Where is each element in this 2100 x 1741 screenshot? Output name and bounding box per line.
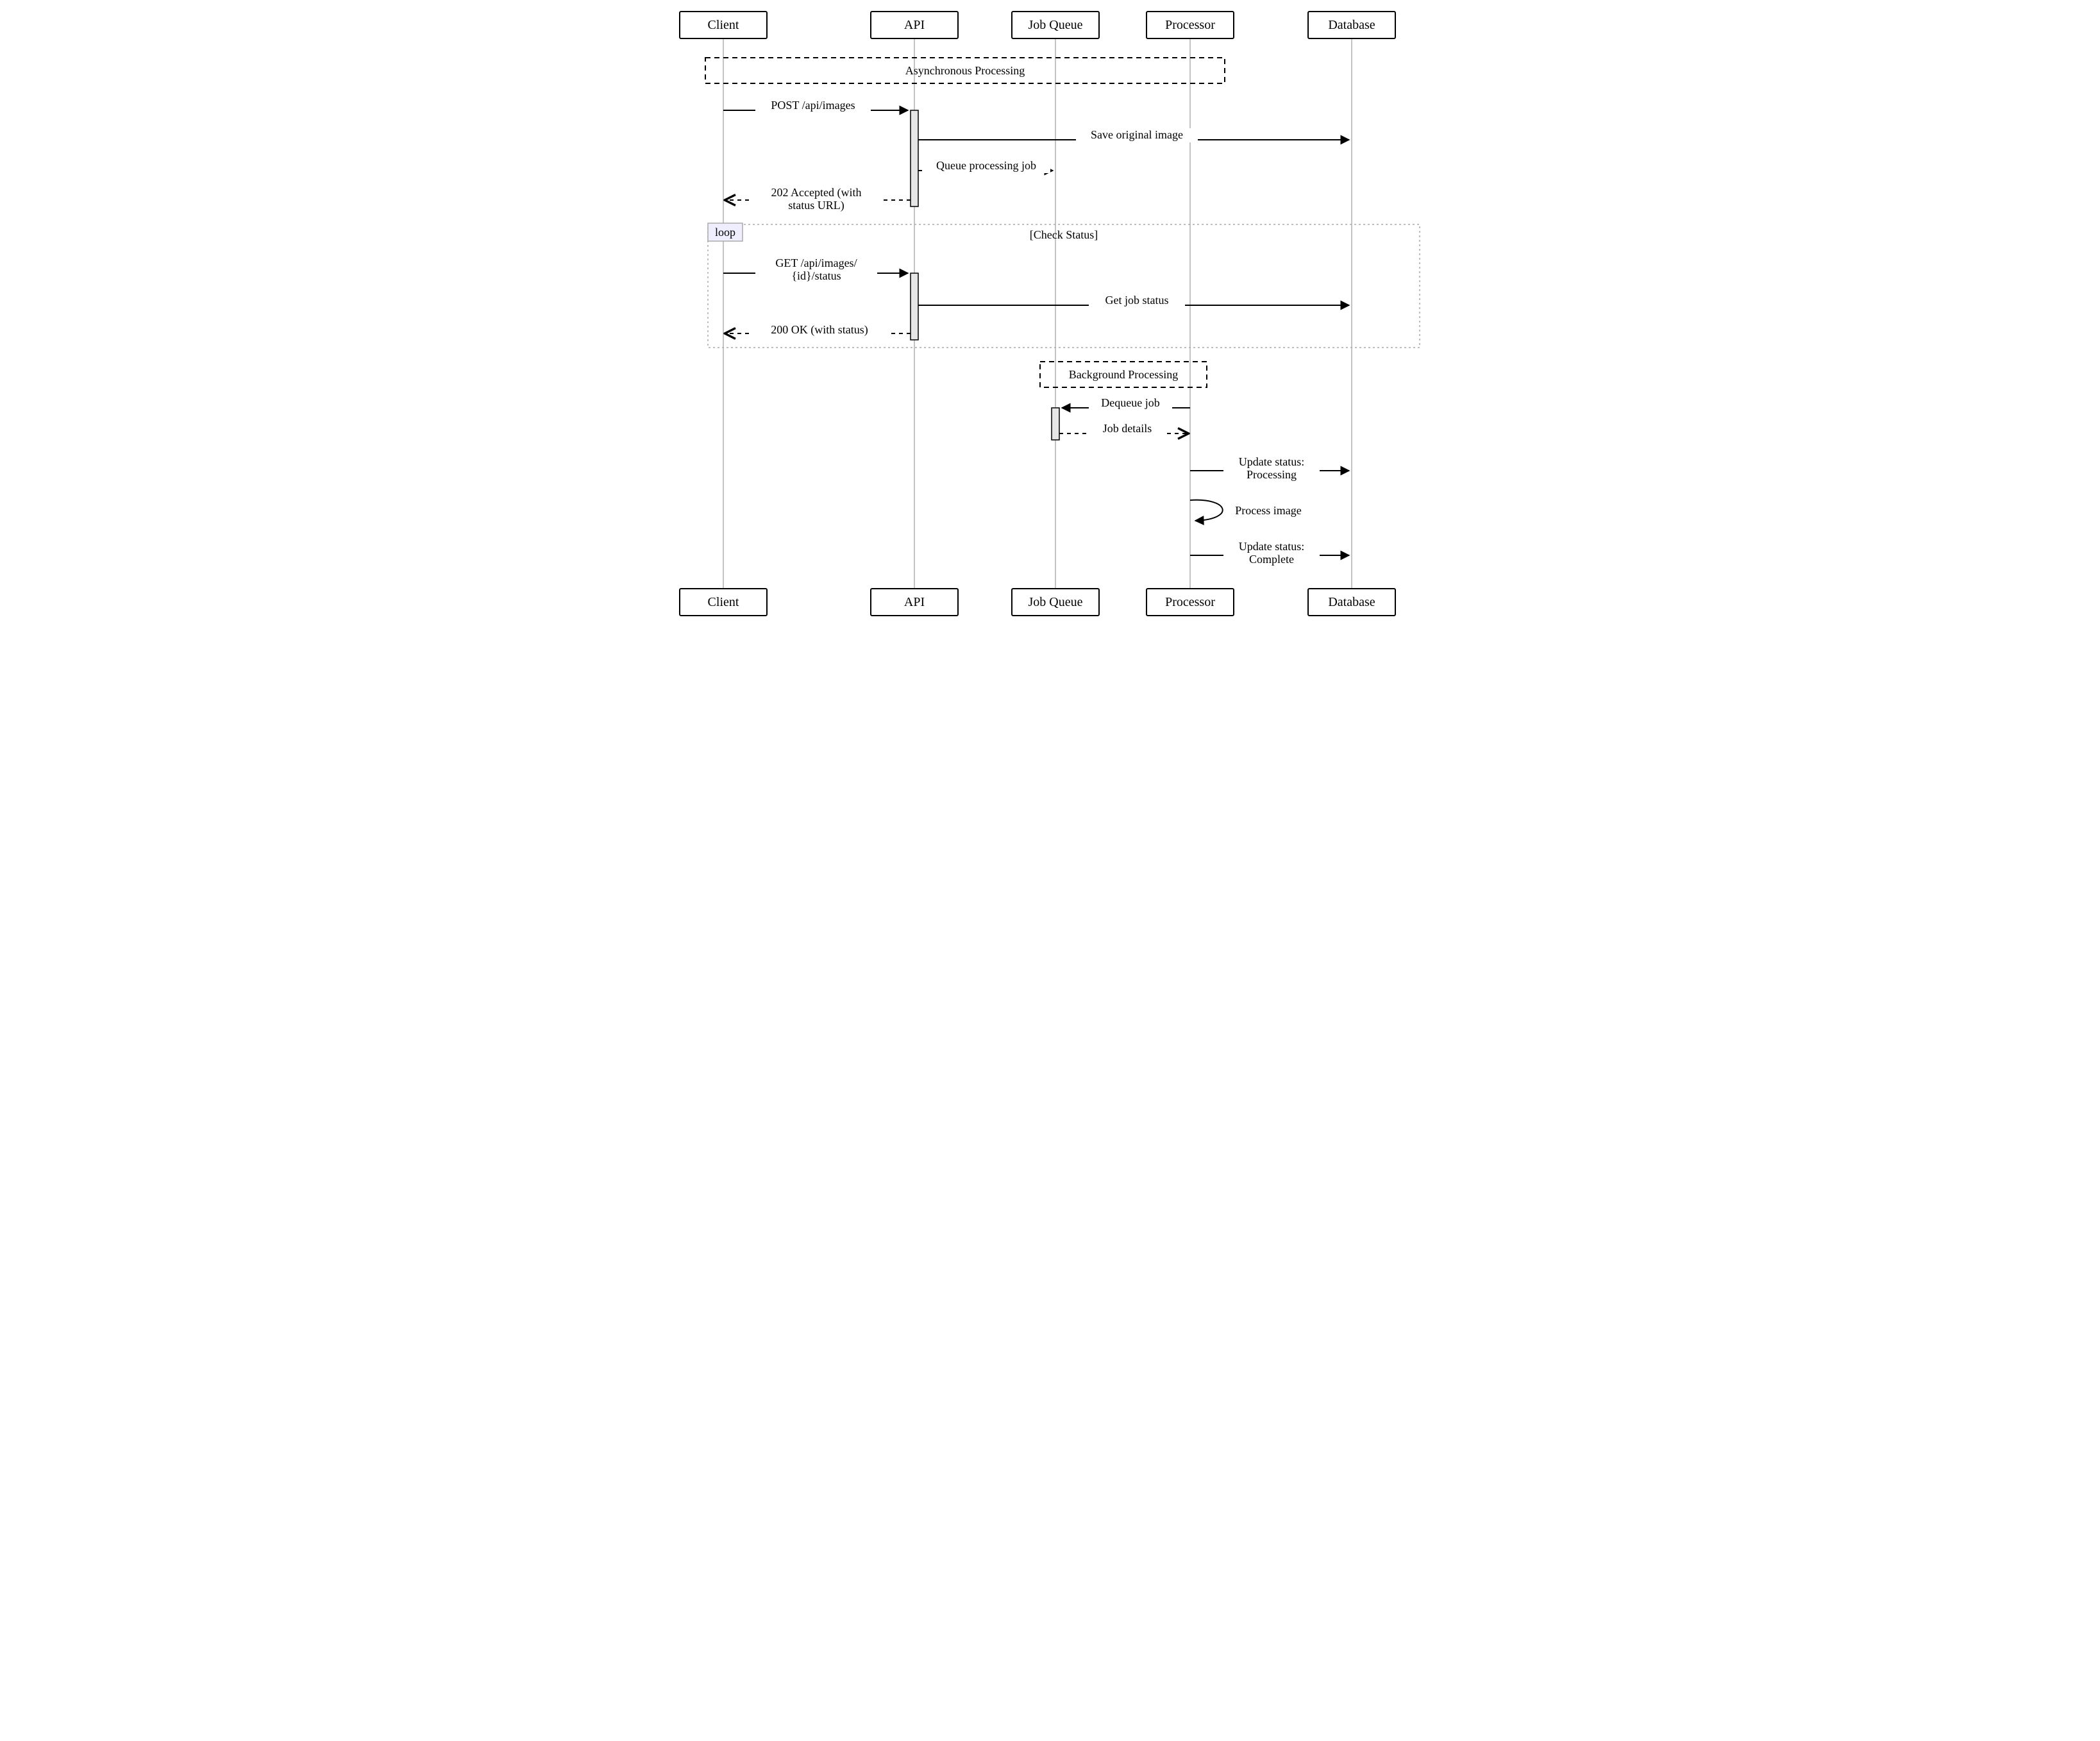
- msg-process-image: Process image: [1190, 500, 1313, 521]
- msg-job-details: Job details: [1059, 422, 1188, 436]
- activation-queue: [1052, 408, 1059, 440]
- svg-text:202 Accepted (with: 202 Accepted (with: [771, 186, 861, 199]
- actor-api-top: API: [871, 12, 958, 38]
- svg-text:Complete: Complete: [1249, 553, 1294, 566]
- actor-client-bottom: Client: [680, 589, 767, 616]
- svg-text:API: API: [903, 595, 924, 609]
- loop-tag: loop: [714, 226, 735, 239]
- svg-text:Processor: Processor: [1165, 595, 1215, 609]
- actor-database-bottom: Database: [1308, 589, 1395, 616]
- msg-202-accepted: 202 Accepted (with status URL): [726, 186, 911, 212]
- svg-text:Process image: Process image: [1235, 504, 1301, 517]
- note-async-label: Asynchronous Processing: [905, 64, 1025, 77]
- svg-text:Job details: Job details: [1102, 422, 1152, 435]
- actor-database-label: Database: [1328, 18, 1375, 32]
- svg-text:Client: Client: [707, 595, 739, 609]
- msg-get-status: GET /api/images/ {id}/status: [723, 257, 908, 283]
- svg-text:Database: Database: [1328, 595, 1375, 609]
- svg-text:Queue processing job: Queue processing job: [936, 159, 1036, 172]
- msg-save-original: Save original image: [918, 128, 1349, 142]
- actor-processor-label: Processor: [1165, 18, 1215, 32]
- svg-text:POST /api/images: POST /api/images: [771, 99, 855, 112]
- msg-dequeue-job: Dequeue job: [1062, 396, 1190, 410]
- actor-queue-bottom: Job Queue: [1012, 589, 1099, 616]
- svg-text:Job Queue: Job Queue: [1028, 595, 1082, 609]
- actor-queue-top: Job Queue: [1012, 12, 1099, 38]
- svg-text:Get job status: Get job status: [1105, 294, 1168, 307]
- msg-update-complete: Update status: Complete: [1190, 540, 1349, 567]
- sequence-diagram: Client API Job Queue Processor Database …: [666, 0, 1435, 639]
- msg-queue-job: Queue processing job: [918, 159, 1053, 173]
- svg-text:GET /api/images/: GET /api/images/: [775, 257, 857, 269]
- actor-database-top: Database: [1308, 12, 1395, 38]
- note-background: Background Processing: [1040, 362, 1207, 387]
- msg-update-processing: Update status: Processing: [1190, 455, 1349, 482]
- actor-client-label: Client: [707, 18, 739, 32]
- msg-post-images: POST /api/images: [723, 99, 908, 113]
- note-background-label: Background Processing: [1068, 368, 1177, 381]
- note-async: Asynchronous Processing: [705, 58, 1225, 83]
- svg-text:{id}/status: {id}/status: [791, 269, 841, 282]
- svg-text:Save original image: Save original image: [1091, 128, 1183, 141]
- actor-client-top: Client: [680, 12, 767, 38]
- svg-text:Dequeue job: Dequeue job: [1101, 396, 1159, 409]
- svg-text:status URL): status URL): [788, 199, 844, 212]
- actor-processor-top: Processor: [1147, 12, 1234, 38]
- msg-200-ok: 200 OK (with status): [726, 323, 911, 337]
- activation-api-1: [911, 110, 918, 206]
- svg-text:Update status:: Update status:: [1238, 455, 1304, 468]
- msg-get-job-status: Get job status: [918, 294, 1349, 308]
- actor-api-label: API: [903, 18, 924, 32]
- actor-processor-bottom: Processor: [1147, 589, 1234, 616]
- activation-api-2: [911, 273, 918, 340]
- svg-text:Processing: Processing: [1247, 468, 1297, 481]
- actor-api-bottom: API: [871, 589, 958, 616]
- svg-text:Update status:: Update status:: [1238, 540, 1304, 553]
- actor-queue-label: Job Queue: [1028, 18, 1082, 32]
- loop-title: [Check Status]: [1029, 228, 1097, 241]
- svg-text:200 OK (with status): 200 OK (with status): [771, 323, 868, 337]
